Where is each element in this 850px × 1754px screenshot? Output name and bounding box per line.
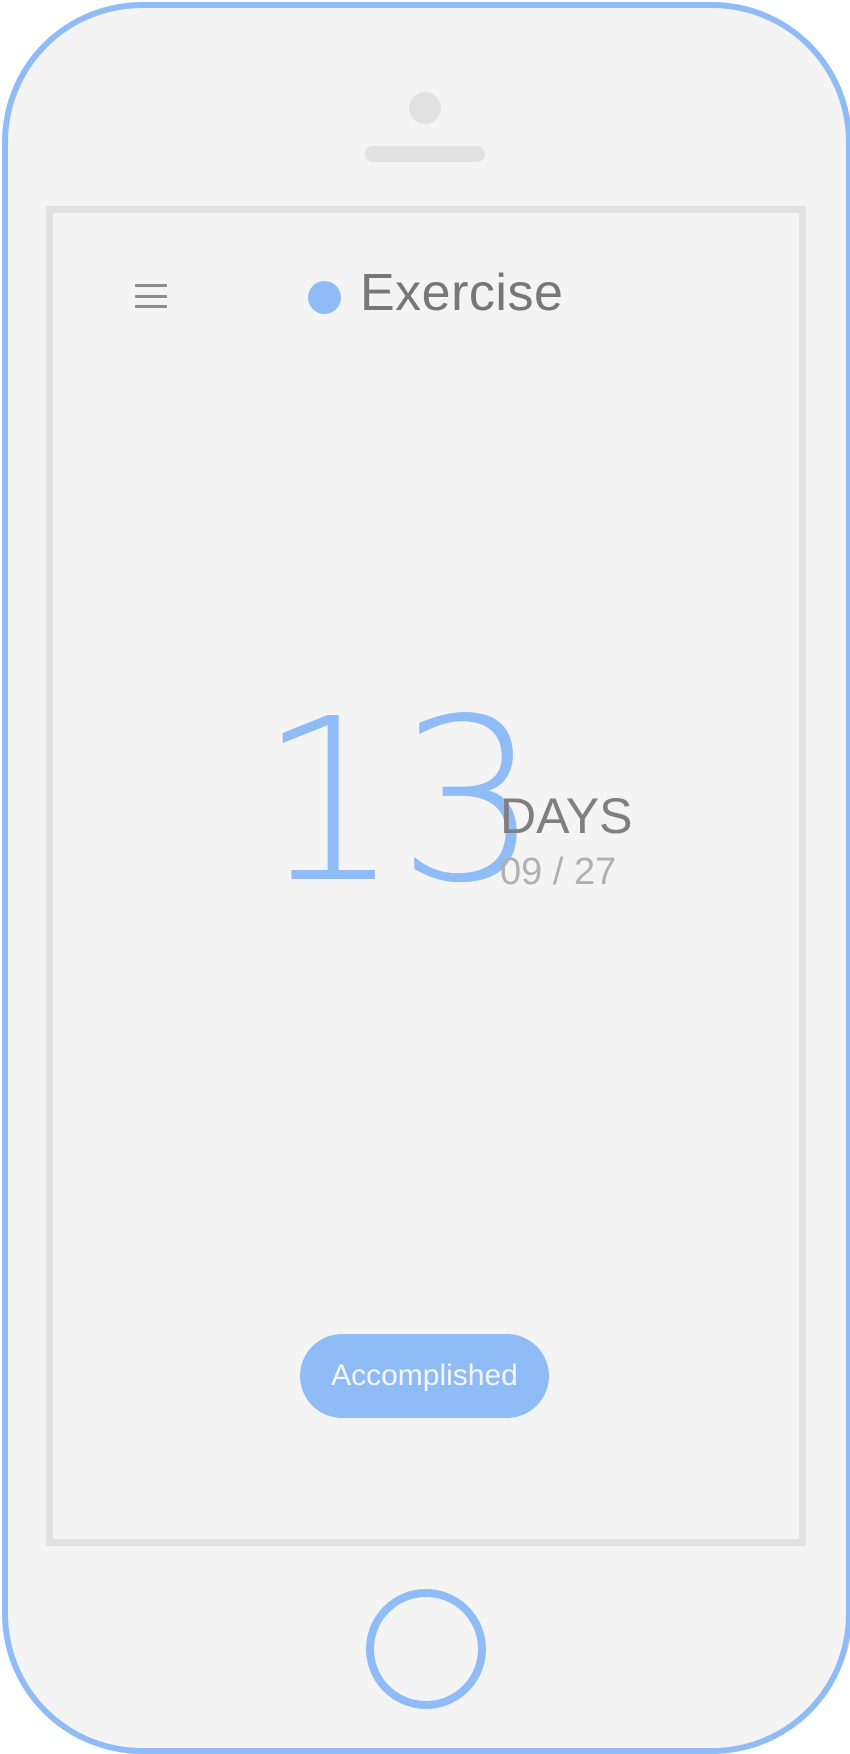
streak-count: 13 (258, 671, 540, 933)
speaker-icon (365, 146, 485, 162)
menu-line (135, 305, 167, 308)
current-date: 09 / 27 (500, 851, 617, 893)
habit-color-dot-icon (308, 281, 341, 314)
streak-unit-label: DAYS (500, 788, 633, 844)
camera-icon (409, 92, 441, 124)
home-button-icon[interactable] (366, 1589, 486, 1709)
habit-title: Exercise (360, 264, 564, 322)
menu-line (135, 294, 167, 298)
hamburger-menu-icon[interactable] (135, 284, 167, 308)
menu-line (135, 284, 167, 287)
accomplished-button[interactable]: Accomplished (300, 1334, 549, 1418)
